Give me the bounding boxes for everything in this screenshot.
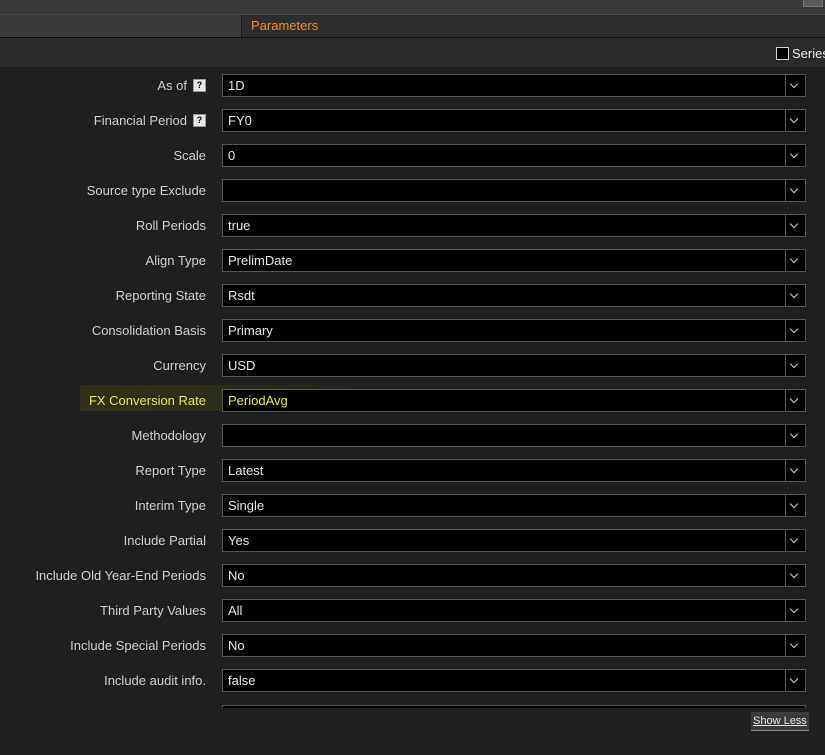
chevron-down-icon[interactable] [785, 355, 805, 376]
include-audit-info-select[interactable]: false [222, 669, 806, 692]
param-row-currency: Currency USD [0, 348, 825, 383]
help-icon[interactable]: ? [193, 79, 206, 92]
show-less-button[interactable]: Show Less [751, 712, 809, 731]
report-type-select[interactable]: Latest [222, 459, 806, 482]
include-old-year-end-periods-select[interactable]: No [222, 564, 806, 587]
top-strip [0, 0, 825, 15]
help-icon[interactable]: ? [193, 114, 206, 127]
series-toolbar: Series [0, 38, 825, 67]
series-checkbox[interactable] [776, 47, 789, 60]
param-label: Include Special Periods [70, 638, 206, 653]
param-label: Consolidation Basis [91, 323, 206, 338]
chevron-down-icon[interactable] [785, 320, 805, 341]
chevron-down-icon[interactable] [785, 670, 805, 691]
tab-empty[interactable] [0, 15, 242, 37]
param-row-include-special-periods: Include Special Periods No [0, 628, 825, 663]
tab-bar: Parameters [0, 15, 825, 38]
param-label: Source type Exclude [86, 183, 206, 198]
consolidation-basis-select[interactable]: Primary [222, 319, 806, 342]
scale-select[interactable]: 0 [222, 144, 806, 167]
chevron-down-icon[interactable] [785, 390, 805, 411]
param-row-include-audit-info: Include audit info. false [0, 663, 825, 698]
chevron-down-icon[interactable] [785, 600, 805, 621]
param-label: Financial Period? [94, 113, 206, 128]
param-label: Report Type [135, 463, 206, 478]
param-row-fx-conversion-rate: FX Conversion Rate PeriodAvg [0, 383, 825, 418]
param-row-reporting-state: Reporting State Rsdt [0, 278, 825, 313]
chevron-down-icon[interactable] [785, 250, 805, 271]
chevron-down-icon[interactable] [785, 565, 805, 586]
align-type-select[interactable]: PrelimDate [222, 249, 806, 272]
chevron-down-icon[interactable] [785, 495, 805, 516]
param-label: Include Partial [123, 533, 206, 548]
param-label: Include Old Year-End Periods [35, 568, 206, 583]
param-row-as-of: As of? 1D [0, 68, 825, 103]
chevron-down-icon[interactable] [785, 285, 805, 306]
footer-bar: Show Less [0, 708, 825, 755]
chevron-down-icon[interactable] [785, 460, 805, 481]
param-label: Interim Type [134, 498, 206, 513]
methodology-select[interactable] [222, 424, 806, 447]
param-row-report-type: Report Type Latest [0, 453, 825, 488]
include-special-periods-select[interactable]: No [222, 634, 806, 657]
param-row-align-type: Align Type PrelimDate [0, 243, 825, 278]
param-label: Scale [173, 148, 206, 163]
param-row-methodology: Methodology [0, 418, 825, 453]
param-label: As of? [157, 78, 206, 93]
include-partial-select[interactable]: Yes [222, 529, 806, 552]
currency-select[interactable]: USD [222, 354, 806, 377]
param-label: Roll Periods [135, 218, 206, 233]
financial-period-select[interactable]: FY0 [222, 109, 806, 132]
window-control-button[interactable] [803, 0, 823, 7]
source-type-exclude-select[interactable] [222, 179, 806, 202]
series-label: Series [792, 46, 825, 61]
as-of-select[interactable]: 1D [222, 74, 806, 97]
chevron-down-icon[interactable] [785, 180, 805, 201]
param-row-source-type-exclude: Source type Exclude [0, 173, 825, 208]
param-label: Reporting State [115, 288, 206, 303]
chevron-down-icon[interactable] [785, 425, 805, 446]
tab-parameters[interactable]: Parameters [251, 18, 318, 33]
chevron-down-icon[interactable] [785, 110, 805, 131]
param-row-scale: Scale 0 [0, 138, 825, 173]
param-label: Currency [153, 358, 206, 373]
parameters-form: As of? 1D Financial Period? FY0 Scale 0 … [0, 68, 825, 708]
reporting-state-select[interactable]: Rsdt [222, 284, 806, 307]
chevron-down-icon[interactable] [785, 635, 805, 656]
param-row-third-party-values: Third Party Values All [0, 593, 825, 628]
chevron-down-icon[interactable] [785, 530, 805, 551]
param-row-consolidation-basis: Consolidation Basis Primary [0, 313, 825, 348]
interim-type-select[interactable]: Single [222, 494, 806, 517]
param-row-include-partial: Include Partial Yes [0, 523, 825, 558]
param-label: Include audit info. [104, 673, 206, 688]
fx-conversion-rate-select[interactable]: PeriodAvg [222, 389, 806, 412]
param-row-roll-periods: Roll Periods true [0, 208, 825, 243]
param-label: Align Type [145, 253, 206, 268]
roll-periods-select[interactable]: true [222, 214, 806, 237]
third-party-values-select[interactable]: All [222, 599, 806, 622]
param-row-interim-type: Interim Type Single [0, 488, 825, 523]
chevron-down-icon[interactable] [785, 145, 805, 166]
param-label: Third Party Values [100, 603, 206, 618]
param-row-financial-period: Financial Period? FY0 [0, 103, 825, 138]
chevron-down-icon[interactable] [785, 75, 805, 96]
chevron-down-icon[interactable] [785, 215, 805, 236]
param-label: Methodology [131, 428, 206, 443]
param-label: FX Conversion Rate [88, 393, 206, 408]
param-row-include-old-year-end-periods: Include Old Year-End Periods No [0, 558, 825, 593]
